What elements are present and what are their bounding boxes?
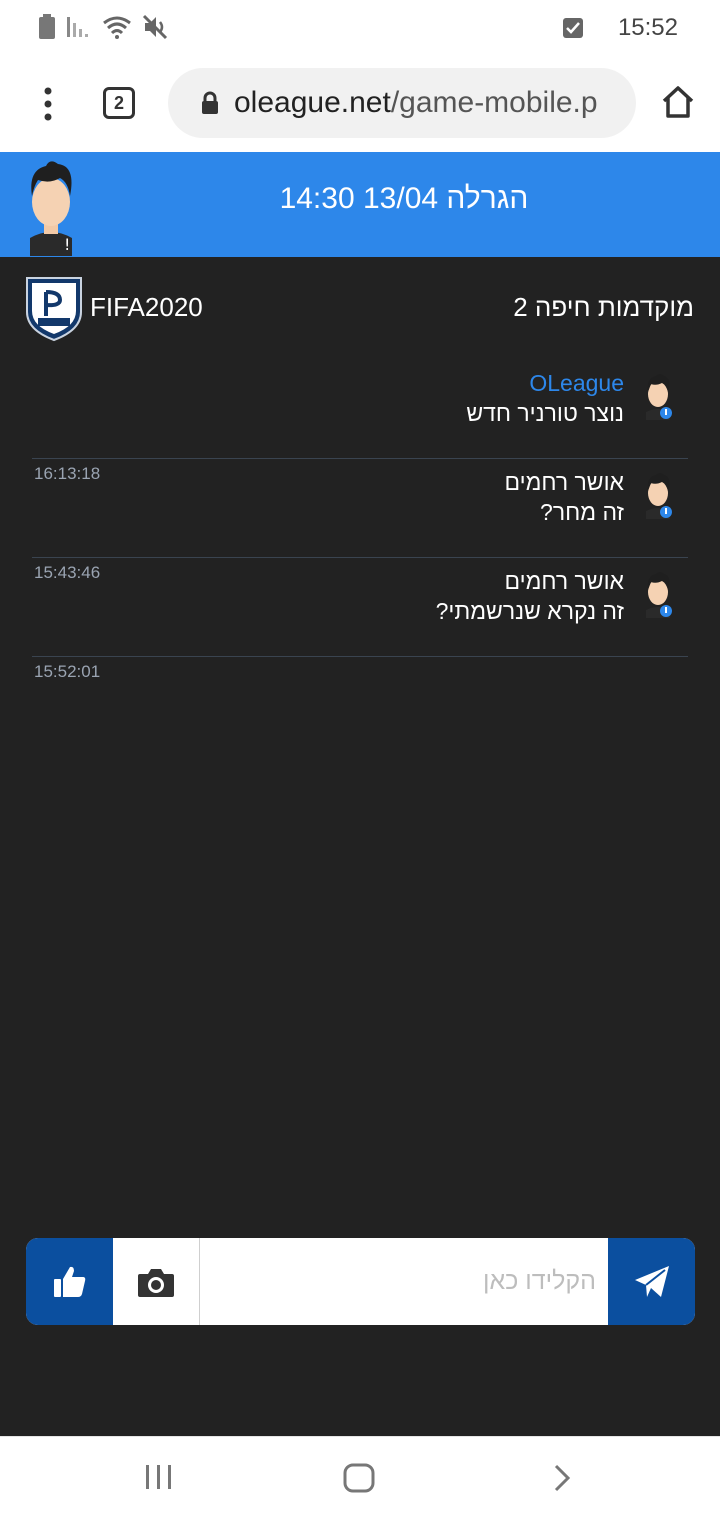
status-time: 15:52 [617,14,678,41]
league-logo [26,277,82,342]
message-input[interactable] [200,1238,608,1325]
message-text: זה נקרא שנרשמתי? [435,598,624,624]
chat-message: אושר רחמים זה נקרא שנרשמתי? 15:52:01 [32,558,688,681]
chat-messages: OLeague נוצר טורניר חדש 16:13:18 אושר רח… [32,360,688,681]
message-author: אושר רחמים [504,568,624,594]
chat-message: OLeague נוצר טורניר חדש 16:13:18 [32,360,688,483]
like-button[interactable] [26,1238,113,1325]
system-navigation-bar [0,1436,720,1520]
camera-button[interactable] [113,1238,200,1325]
browser-toolbar: 2 oleague.net/game-mobile.p [0,56,720,152]
battery-icon [39,14,55,39]
user-avatar-icon[interactable] [642,570,674,618]
status-bar: 15:52 [0,0,720,56]
url-domain: oleague.net [234,86,391,119]
chat-message: אושר רחמים זה מחר? 15:43:46 [32,459,688,582]
svg-text:!: ! [64,235,70,254]
back-icon[interactable] [552,1463,572,1493]
tournament-info-row: FIFA2020 מוקדמות חיפה 2 [0,270,720,342]
recent-apps-icon[interactable] [144,1463,174,1491]
user-avatar-icon[interactable] [642,471,674,519]
tournament-title: מוקדמות חיפה 2 [513,292,694,322]
home-icon[interactable] [660,84,696,120]
message-author: אושר רחמים [504,469,624,495]
mute-icon [142,14,168,40]
message-text: נוצר טורניר חדש [466,400,624,426]
game-title: FIFA2020 [90,292,203,322]
message-composer [26,1238,695,1325]
message-time: 15:52:01 [34,662,101,681]
more-options-icon[interactable] [36,86,60,122]
url-path: /game-mobile.p [390,86,598,119]
home-nav-icon[interactable] [343,1463,375,1493]
send-button[interactable] [608,1238,695,1325]
draw-date-title: הגרלה 13/04 14:30 [279,182,529,215]
tab-switcher-button[interactable]: 2 [103,87,135,119]
send-icon [634,1265,669,1297]
message-text: זה מחר? [540,499,624,525]
draw-header: ! הגרלה 13/04 14:30 [0,152,720,257]
message-author: OLeague [529,370,624,396]
signal-icon [67,17,88,37]
url-text: oleague.net/game-mobile.p [234,86,598,120]
thumbs-up-icon [53,1266,85,1297]
checkbox-notification-icon [562,18,583,38]
wifi-icon [103,16,131,39]
lock-icon [202,91,218,114]
camera-icon [138,1268,174,1297]
address-bar[interactable]: oleague.net/game-mobile.p [168,68,636,138]
user-avatar-icon[interactable] [642,372,674,420]
